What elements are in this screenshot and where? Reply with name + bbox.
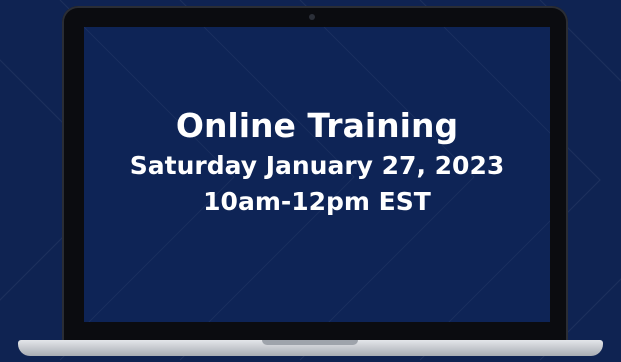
training-time: 10am-12pm EST xyxy=(203,187,431,216)
training-announcement: Online Training Saturday January 27, 202… xyxy=(84,105,550,219)
laptop-hinge-notch xyxy=(262,340,358,345)
webcam-icon xyxy=(309,14,315,20)
training-title: Online Training xyxy=(175,106,459,145)
laptop-screen: Online Training Saturday January 27, 202… xyxy=(84,27,550,322)
training-date: Saturday January 27, 2023 xyxy=(129,151,505,180)
